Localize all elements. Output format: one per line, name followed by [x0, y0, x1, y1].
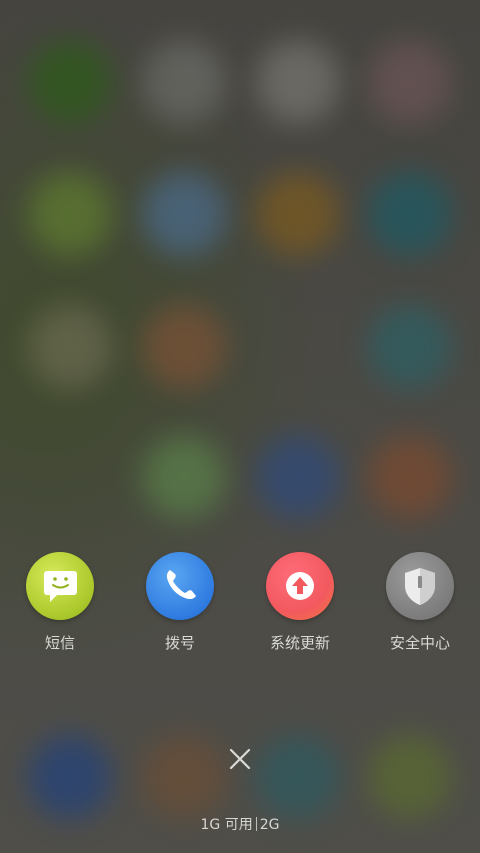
- app-system-update[interactable]: 系统更新: [245, 552, 355, 653]
- blurred-app-icon: [256, 40, 340, 124]
- close-icon[interactable]: [224, 743, 256, 775]
- upload-arrow-icon[interactable]: [266, 552, 334, 620]
- app-label: 安全中心: [389, 634, 450, 652]
- app-label: 系统更新: [269, 634, 330, 652]
- blurred-home-background: [0, 0, 480, 853]
- app-security-center[interactable]: 安全中心: [365, 552, 475, 653]
- blurred-app-icon: [28, 40, 112, 124]
- app-sms[interactable]: 短信: [5, 552, 115, 653]
- app-dialer[interactable]: 拨号: [125, 552, 235, 653]
- close-button[interactable]: [224, 743, 256, 775]
- phone-icon[interactable]: [146, 552, 214, 620]
- blurred-app-icon: [368, 435, 452, 519]
- recent-apps-screen: 短信 拨号 系统更新 安全中心 1G 可用 2G: [0, 0, 480, 853]
- blurred-app-icon: [368, 305, 452, 389]
- blurred-app-icon: [28, 735, 112, 819]
- memory-status: 1G 可用 2G: [0, 814, 480, 834]
- blurred-app-icon: [368, 735, 452, 819]
- app-label: 短信: [44, 634, 75, 652]
- memory-total: 2G: [259, 817, 280, 833]
- blurred-app-icon: [142, 435, 226, 519]
- blurred-app-icon: [142, 735, 226, 819]
- memory-divider: [255, 817, 257, 831]
- memory-available: 1G 可用: [200, 817, 253, 833]
- blurred-app-icon: [142, 40, 226, 124]
- app-label: 拨号: [164, 634, 195, 652]
- recent-apps-row: 短信 拨号 系统更新 安全中心: [0, 552, 480, 662]
- blurred-app-icon: [368, 40, 452, 124]
- message-smile-icon[interactable]: [26, 552, 94, 620]
- blurred-app-icon: [28, 305, 112, 389]
- blurred-app-icon: [256, 435, 340, 519]
- blurred-app-icon: [256, 172, 340, 256]
- blurred-app-icon: [142, 172, 226, 256]
- blurred-app-icon: [256, 735, 340, 819]
- shield-icon[interactable]: [386, 552, 454, 620]
- blurred-app-icon: [368, 172, 452, 256]
- blurred-app-icon: [142, 305, 226, 389]
- blurred-app-icon: [28, 172, 112, 256]
